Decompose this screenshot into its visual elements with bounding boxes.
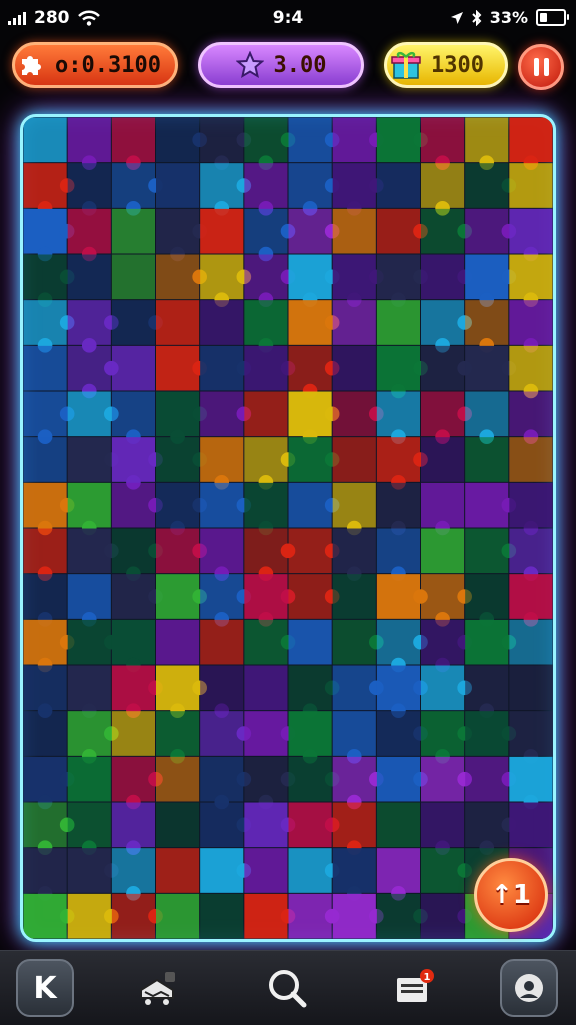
gift-box-icon <box>389 48 423 82</box>
status-right: 33% <box>450 8 569 27</box>
moves-counter[interactable]: o:0.3100 <box>12 42 178 88</box>
stars-value: 3.00 <box>273 52 327 78</box>
puzzle-icon <box>15 50 45 80</box>
star-icon <box>235 51 264 79</box>
puzzle-grid[interactable] <box>23 117 553 939</box>
search-icon <box>269 970 307 1008</box>
pause-icon <box>543 58 549 76</box>
nav-profile[interactable] <box>500 959 558 1017</box>
nav-inbox[interactable]: 1 <box>384 959 442 1017</box>
nav-home[interactable]: K <box>16 959 74 1017</box>
coins-counter[interactable]: 1300 <box>384 42 508 88</box>
coins-value: 1300 <box>431 52 484 78</box>
puzzle-board[interactable] <box>20 114 556 942</box>
inbox-icon: 1 <box>397 969 434 1002</box>
battery-icon <box>536 9 569 26</box>
battery-text: 33% <box>489 8 528 27</box>
location-icon <box>450 11 463 24</box>
stars-counter[interactable]: 3.00 <box>198 42 364 88</box>
nav-search[interactable] <box>258 959 316 1017</box>
pause-icon <box>533 58 539 76</box>
k-logo-icon: K <box>33 970 57 1006</box>
pause-button[interactable] <box>518 44 564 90</box>
cart-icon <box>140 972 175 1005</box>
moves-value: o:0.3100 <box>55 52 161 78</box>
board-shade <box>23 117 553 939</box>
profile-icon <box>515 974 543 1002</box>
bottom-nav: K 1 <box>0 950 576 1025</box>
inbox-badge: 1 <box>424 972 431 983</box>
nav-shop[interactable] <box>128 959 186 1017</box>
hint-label: ↑1 <box>491 880 531 910</box>
bluetooth-icon <box>471 9 482 26</box>
hint-button[interactable]: ↑1 <box>474 858 548 932</box>
status-bar: 280 9:4 33% <box>0 0 576 38</box>
